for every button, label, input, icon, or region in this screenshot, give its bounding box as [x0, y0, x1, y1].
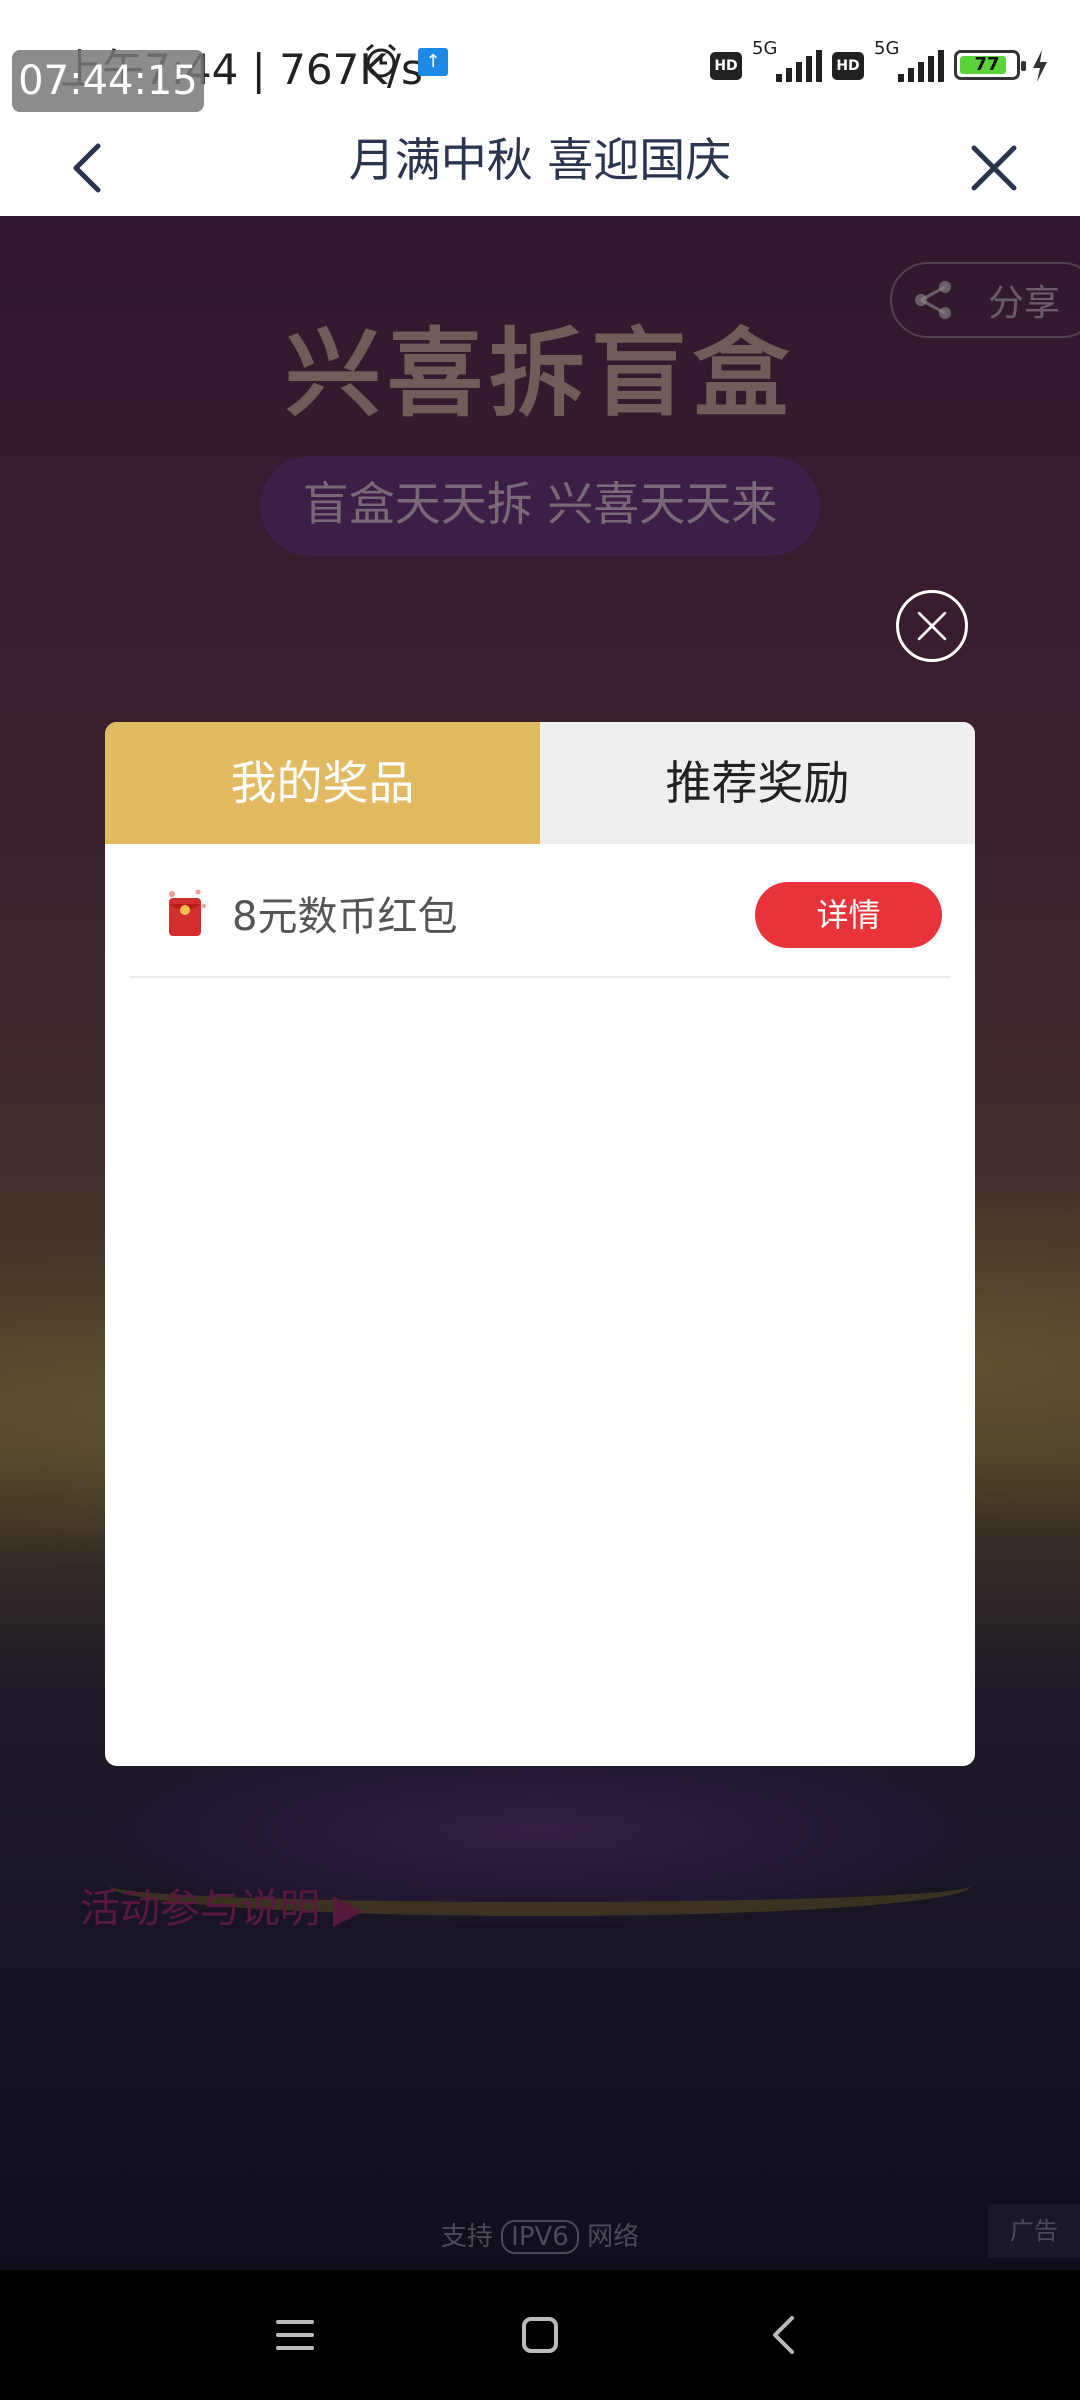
modal-close-icon[interactable]	[896, 590, 968, 662]
overlay-clock: 07:44:15	[12, 50, 204, 112]
nav-bar: 月满中秋 喜迎国庆	[0, 120, 1080, 216]
tab-my-prizes[interactable]: 我的奖品	[105, 722, 540, 844]
home-icon[interactable]	[515, 2310, 565, 2360]
system-nav-bar	[0, 2270, 1080, 2400]
battery-level: 77	[974, 54, 1000, 75]
signal-icon: 5G	[752, 38, 822, 86]
status-bar: 上午7:44 | 767K/s 07:44:15 ↑ HD 5G HD 5G 7…	[0, 0, 1080, 120]
page-title: 月满中秋 喜迎国庆	[348, 133, 732, 187]
signal-icon-2: 5G	[874, 38, 944, 86]
back-nav-icon[interactable]	[760, 2310, 810, 2360]
prize-name: 8元数币红包	[232, 894, 458, 940]
charging-icon	[1033, 50, 1047, 82]
tab-recommended-rewards[interactable]: 推荐奖励	[540, 722, 975, 844]
close-icon[interactable]	[964, 138, 1024, 198]
hd-icon-2: HD	[832, 52, 864, 80]
network-type: 5G	[752, 38, 778, 59]
menu-icon[interactable]	[270, 2310, 320, 2360]
prize-modal: 我的奖品 推荐奖励 8元数币红包 详情	[105, 722, 975, 1766]
upload-icon: ↑	[418, 48, 448, 76]
prize-list-item: 8元数币红包 详情	[130, 844, 950, 978]
prize-tabs: 我的奖品 推荐奖励	[105, 722, 975, 844]
red-envelope-icon	[169, 889, 206, 936]
hd-icon: HD	[710, 52, 742, 80]
detail-button[interactable]: 详情	[755, 882, 942, 948]
alarm-icon	[366, 43, 396, 78]
battery-icon: 77	[954, 50, 1026, 80]
network-type-2: 5G	[874, 38, 900, 59]
